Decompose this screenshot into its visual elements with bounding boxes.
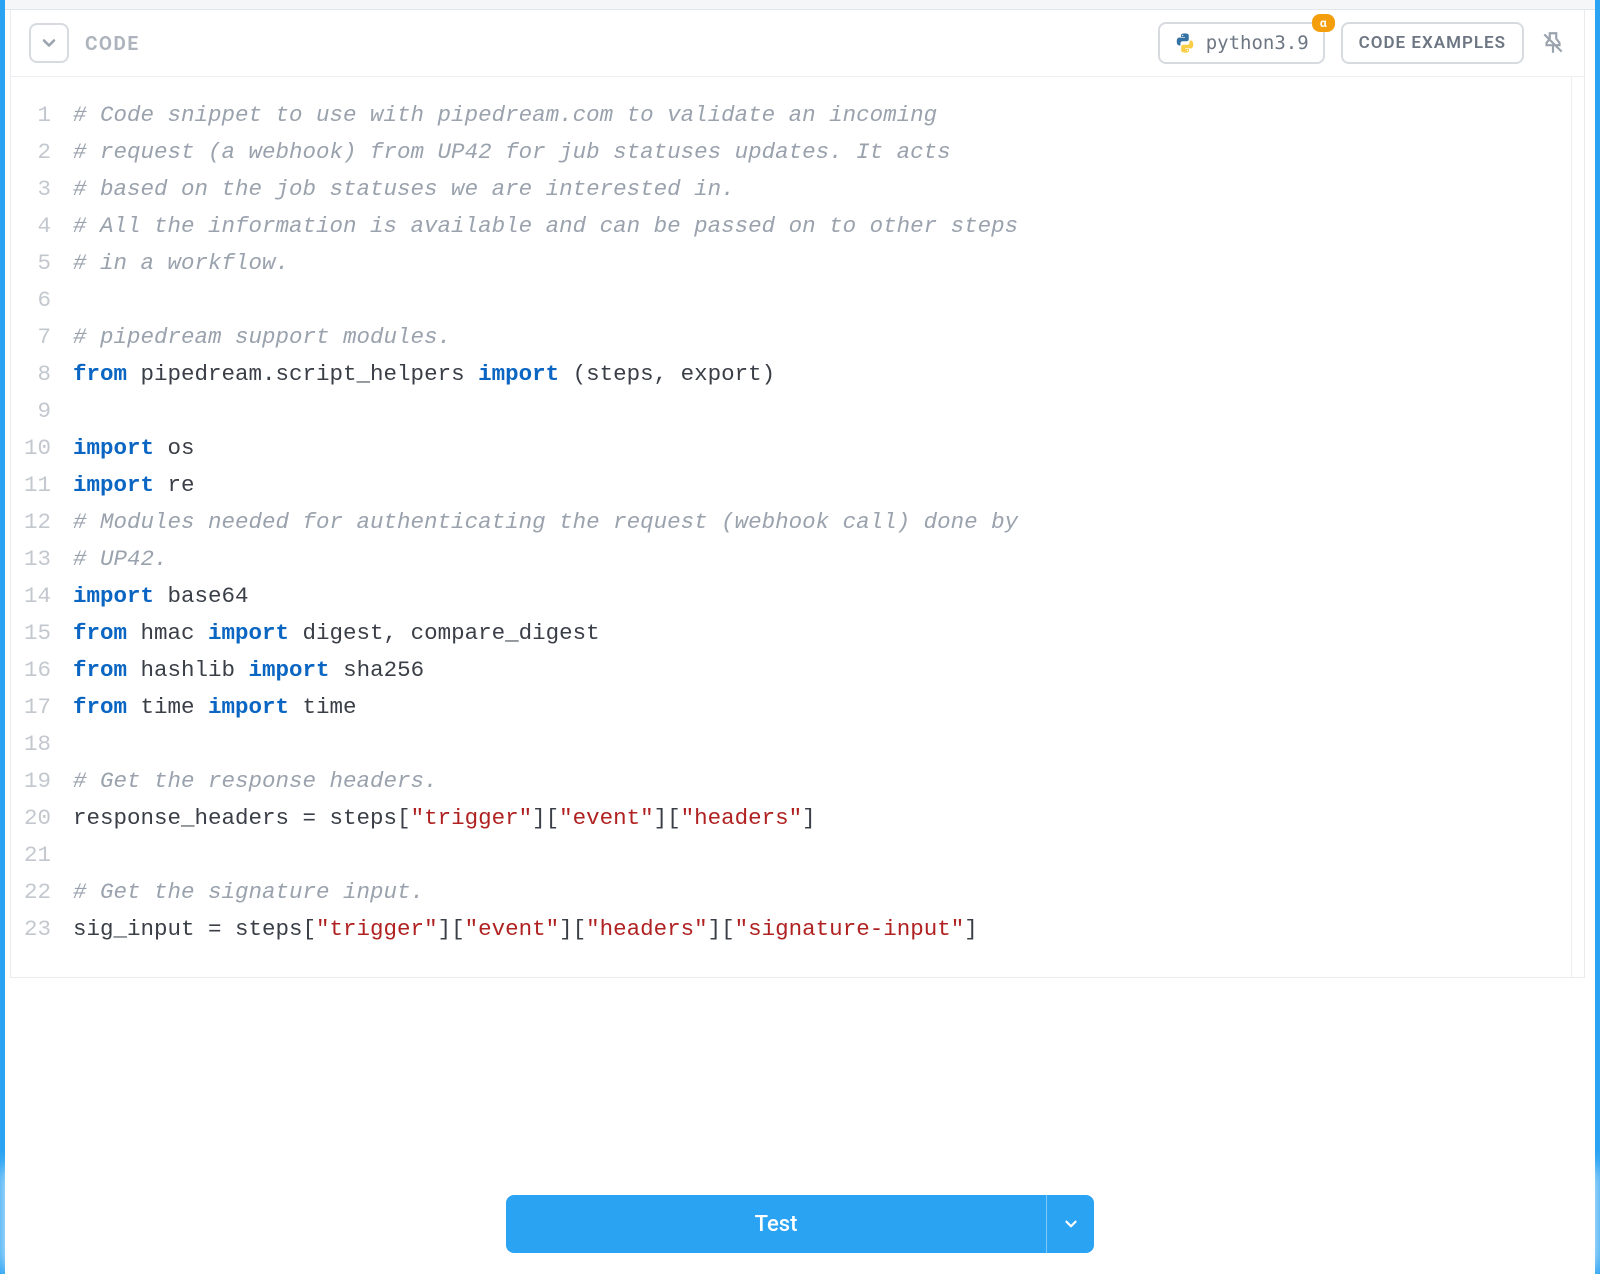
line-number: 15	[11, 615, 61, 652]
chevron-down-icon	[39, 33, 59, 53]
line-content	[61, 837, 73, 874]
line-content	[61, 282, 73, 319]
line-number: 14	[11, 578, 61, 615]
line-number: 11	[11, 467, 61, 504]
footer-bar: Test	[5, 1174, 1595, 1274]
code-line[interactable]: 12# Modules needed for authenticating th…	[11, 504, 1571, 541]
top-strip	[5, 0, 1595, 10]
python-icon	[1174, 32, 1196, 54]
line-content: # All the information is available and c…	[61, 208, 1018, 245]
line-number: 6	[11, 282, 61, 319]
code-line[interactable]: 15from hmac import digest, compare_diges…	[11, 615, 1571, 652]
code-line[interactable]: 11import re	[11, 467, 1571, 504]
code-editor[interactable]: 1# Code snippet to use with pipedream.co…	[11, 77, 1572, 977]
code-line[interactable]: 21	[11, 837, 1571, 874]
line-number: 21	[11, 837, 61, 874]
code-line[interactable]: 10import os	[11, 430, 1571, 467]
code-line[interactable]: 8from pipedream.script_helpers import (s…	[11, 356, 1571, 393]
code-examples-label: CODE EXAMPLES	[1359, 33, 1506, 53]
code-line[interactable]: 9	[11, 393, 1571, 430]
code-line[interactable]: 16from hashlib import sha256	[11, 652, 1571, 689]
code-line[interactable]: 19# Get the response headers.	[11, 763, 1571, 800]
code-line[interactable]: 4# All the information is available and …	[11, 208, 1571, 245]
line-content: # pipedream support modules.	[61, 319, 451, 356]
code-line[interactable]: 22# Get the signature input.	[11, 874, 1571, 911]
code-lines-container: 1# Code snippet to use with pipedream.co…	[11, 97, 1571, 957]
line-content: # Code snippet to use with pipedream.com…	[61, 97, 937, 134]
line-content: response_headers = steps["trigger"]["eve…	[61, 800, 816, 837]
code-line[interactable]: 6	[11, 282, 1571, 319]
line-content: # Get the signature input.	[61, 874, 424, 911]
line-number: 16	[11, 652, 61, 689]
line-content: # Get the response headers.	[61, 763, 438, 800]
line-number: 18	[11, 726, 61, 763]
pin-button[interactable]	[1540, 30, 1566, 56]
line-number: 17	[11, 689, 61, 726]
test-button-group: Test	[506, 1195, 1094, 1253]
panel-title: CODE	[85, 32, 140, 55]
unpin-icon	[1540, 30, 1566, 56]
language-label: python3.9	[1206, 32, 1309, 54]
line-number: 20	[11, 800, 61, 837]
line-number: 10	[11, 430, 61, 467]
code-line[interactable]: 2# request (a webhook) from UP42 for jub…	[11, 134, 1571, 171]
test-button[interactable]: Test	[506, 1195, 1046, 1253]
line-number: 12	[11, 504, 61, 541]
line-number: 5	[11, 245, 61, 282]
line-content	[61, 726, 73, 763]
line-content: from pipedream.script_helpers import (st…	[61, 356, 775, 393]
line-content: sig_input = steps["trigger"]["event"]["h…	[61, 911, 978, 948]
code-examples-button[interactable]: CODE EXAMPLES	[1341, 22, 1524, 64]
app-frame: CODE python3.9 α CODE EXAMPLES	[0, 0, 1600, 1274]
language-selector[interactable]: python3.9 α	[1158, 22, 1325, 64]
line-number: 24	[11, 948, 61, 957]
line-content: # based on the job statuses we are inter…	[61, 171, 735, 208]
line-content: from time import time	[61, 689, 357, 726]
code-line[interactable]: 24	[11, 948, 1571, 957]
panel-header: CODE python3.9 α CODE EXAMPLES	[11, 10, 1584, 77]
line-number: 9	[11, 393, 61, 430]
code-line[interactable]: 14import base64	[11, 578, 1571, 615]
test-button-label: Test	[755, 1212, 798, 1237]
line-number: 3	[11, 171, 61, 208]
line-number: 23	[11, 911, 61, 948]
code-line[interactable]: 7# pipedream support modules.	[11, 319, 1571, 356]
line-content: # Modules needed for authenticating the …	[61, 504, 1018, 541]
line-number: 4	[11, 208, 61, 245]
line-content: import os	[61, 430, 195, 467]
code-panel: CODE python3.9 α CODE EXAMPLES	[10, 10, 1585, 978]
code-line[interactable]: 13# UP42.	[11, 541, 1571, 578]
code-line[interactable]: 5# in a workflow.	[11, 245, 1571, 282]
chevron-down-icon	[1062, 1215, 1080, 1233]
line-number: 22	[11, 874, 61, 911]
line-number: 1	[11, 97, 61, 134]
line-content	[61, 393, 73, 430]
code-line[interactable]: 23sig_input = steps["trigger"]["event"][…	[11, 911, 1571, 948]
line-number: 19	[11, 763, 61, 800]
line-number: 8	[11, 356, 61, 393]
alpha-badge: α	[1312, 14, 1335, 32]
line-content: from hashlib import sha256	[61, 652, 424, 689]
code-line[interactable]: 1# Code snippet to use with pipedream.co…	[11, 97, 1571, 134]
line-content: import base64	[61, 578, 249, 615]
code-line[interactable]: 20response_headers = steps["trigger"]["e…	[11, 800, 1571, 837]
line-content	[61, 948, 73, 957]
code-line[interactable]: 18	[11, 726, 1571, 763]
line-content: # UP42.	[61, 541, 168, 578]
collapse-button[interactable]	[29, 23, 69, 63]
line-content: # in a workflow.	[61, 245, 289, 282]
line-number: 2	[11, 134, 61, 171]
line-number: 13	[11, 541, 61, 578]
code-line[interactable]: 3# based on the job statuses we are inte…	[11, 171, 1571, 208]
line-number: 7	[11, 319, 61, 356]
test-dropdown-button[interactable]	[1046, 1195, 1094, 1253]
line-content: from hmac import digest, compare_digest	[61, 615, 600, 652]
code-line[interactable]: 17from time import time	[11, 689, 1571, 726]
line-content: import re	[61, 467, 195, 504]
line-content: # request (a webhook) from UP42 for jub …	[61, 134, 951, 171]
